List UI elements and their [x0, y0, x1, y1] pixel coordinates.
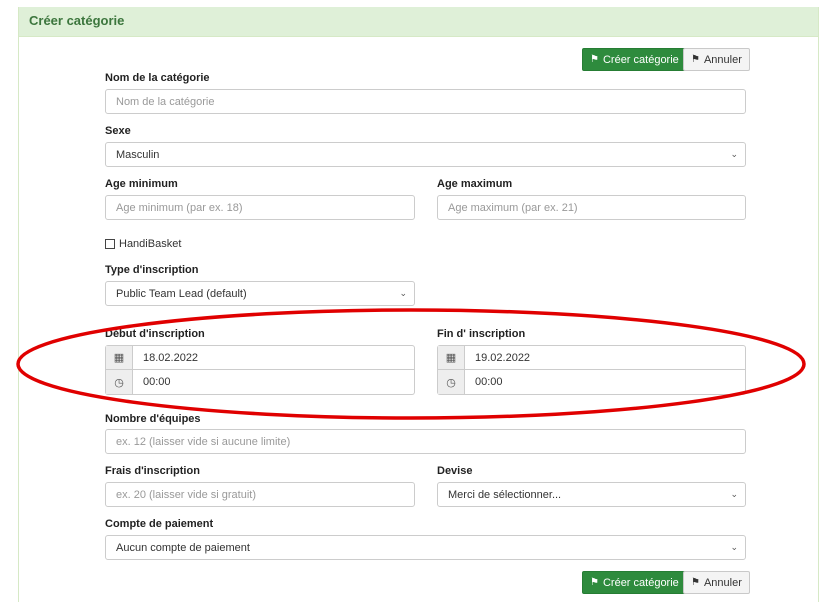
registration-fee-input[interactable]: ex. 20 (laisser vide si gratuit)	[105, 482, 415, 507]
currency-select[interactable]: Merci de sélectionner... ⌄	[437, 482, 746, 507]
age-min-input[interactable]: Age minimum (par ex. 18)	[105, 195, 415, 220]
cancel-icon: ⚑	[691, 577, 700, 588]
registration-type-select[interactable]: Public Team Lead (default) ⌄	[105, 281, 415, 306]
clock-icon: ◷	[438, 370, 465, 394]
team-count-label: Nombre d'équipes	[105, 413, 201, 425]
payment-account-select[interactable]: Aucun compte de paiement ⌄	[105, 535, 746, 560]
chevron-down-icon: ⌄	[730, 542, 738, 552]
end-time-input[interactable]: 00:00	[465, 370, 503, 394]
clock-icon: ◷	[106, 370, 133, 394]
chevron-down-icon: ⌄	[730, 149, 738, 159]
start-date-input[interactable]: 18.02.2022	[133, 346, 198, 369]
start-time-group[interactable]: ◷ 00:00	[105, 370, 415, 395]
team-count-input[interactable]: ex. 12 (laisser vide si aucune limite)	[105, 429, 746, 454]
payment-account-label: Compte de paiement	[105, 518, 214, 530]
end-date-group[interactable]: ▦ 19.02.2022	[437, 345, 746, 370]
category-name-input[interactable]: Nom de la catégorie	[105, 89, 746, 114]
handibasket-checkbox-row[interactable]: HandiBasket	[105, 238, 181, 250]
age-min-label: Age minimum	[105, 178, 178, 190]
registration-type-label: Type d'inscription	[105, 264, 199, 276]
handibasket-checkbox[interactable]	[105, 239, 115, 249]
create-category-button-bottom[interactable]: ⚑ Créer catégorie	[582, 571, 687, 594]
end-time-group[interactable]: ◷ 00:00	[437, 370, 746, 395]
create-category-button-top[interactable]: ⚑ Créer catégorie	[582, 48, 687, 71]
sex-select[interactable]: Masculin ⌄	[105, 142, 746, 167]
save-icon: ⚑	[590, 54, 599, 65]
calendar-icon: ▦	[438, 346, 465, 369]
start-registration-label: Début d'inscription	[105, 328, 205, 340]
cancel-icon: ⚑	[691, 54, 700, 65]
calendar-icon: ▦	[106, 346, 133, 369]
cancel-button-top[interactable]: ⚑ Annuler	[683, 48, 750, 71]
start-date-group[interactable]: ▦ 18.02.2022	[105, 345, 415, 370]
end-date-input[interactable]: 19.02.2022	[465, 346, 530, 369]
registration-fee-label: Frais d'inscription	[105, 465, 200, 477]
category-name-label: Nom de la catégorie	[105, 72, 210, 84]
chevron-down-icon: ⌄	[730, 489, 738, 499]
chevron-down-icon: ⌄	[399, 288, 407, 298]
cancel-button-bottom[interactable]: ⚑ Annuler	[683, 571, 750, 594]
age-max-label: Age maximum	[437, 178, 513, 190]
currency-label: Devise	[437, 465, 473, 477]
start-time-input[interactable]: 00:00	[133, 370, 171, 394]
sex-label: Sexe	[105, 125, 131, 137]
save-icon: ⚑	[590, 577, 599, 588]
end-registration-label: Fin d' inscription	[437, 328, 526, 340]
panel-title: Créer catégorie	[19, 7, 818, 37]
age-max-input[interactable]: Age maximum (par ex. 21)	[437, 195, 746, 220]
